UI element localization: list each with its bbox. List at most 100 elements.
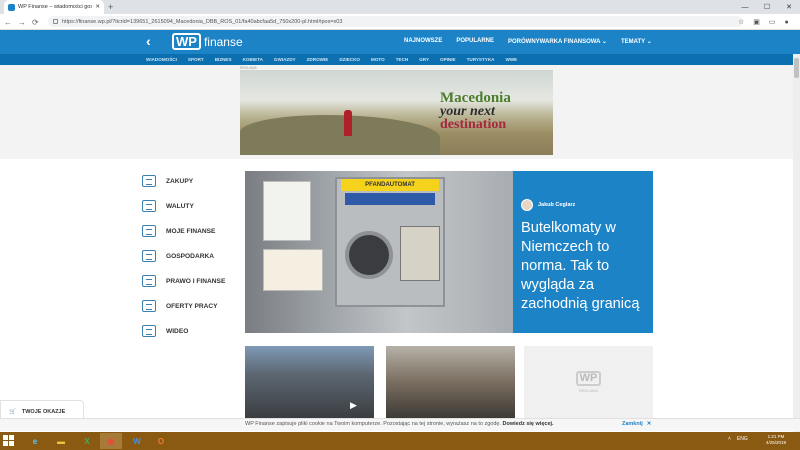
subnav-item[interactable]: ZDROWIE — [307, 57, 329, 62]
site-favicon-icon — [8, 3, 15, 11]
cookie-message: WP Finanse zapisuje pliki cookie na Twoi… — [245, 421, 501, 427]
excel-icon[interactable]: X — [76, 433, 98, 449]
sidebar-item-label: ZAKUPY — [166, 177, 194, 185]
maximize-button[interactable]: ☐ — [756, 0, 778, 14]
ad-placeholder[interactable]: WP REKLAMA — [524, 346, 653, 418]
feature-poster-2 — [263, 249, 323, 291]
cast-icon[interactable]: ▭ — [769, 18, 776, 26]
back-icon[interactable]: ← — [4, 18, 12, 27]
ad-text: Macedonia your next destination — [440, 91, 511, 132]
sidebar-item-prawo[interactable]: PRAWO I FINANSE — [142, 275, 225, 287]
sub-nav: WIADOMOŚCI SPORT BIZNES KOBIETA GWIAZDY … — [146, 54, 517, 65]
nav-najnowsze[interactable]: NAJNOWSZE — [404, 38, 442, 45]
subnav-item[interactable]: BIZNES — [215, 57, 232, 62]
currency-icon — [142, 200, 156, 212]
close-icon: ✕ — [646, 421, 652, 427]
nav-popularne[interactable]: POPULARNE — [456, 38, 494, 45]
subnav-item[interactable]: TECH — [396, 57, 409, 62]
sidebar-item-oferty[interactable]: OFERTY PRACY — [142, 300, 218, 312]
subnav-item[interactable]: SPORT — [188, 57, 204, 62]
feature-poster — [263, 181, 311, 241]
sidebar-item-gospodarka[interactable]: GOSPODARKA — [142, 250, 214, 262]
window-controls: — ☐ ✕ — [734, 0, 800, 14]
feature-machine-panel — [400, 226, 440, 281]
logo-name: finanse — [203, 34, 243, 49]
factory-icon — [142, 250, 156, 262]
top-nav: NAJNOWSZE POPULARNE PORÓWNYWARKA FINANSO… — [404, 38, 652, 45]
forward-icon[interactable]: → — [18, 18, 26, 27]
video-icon — [142, 325, 156, 337]
sidebar-item-moje-finanse[interactable]: MOJE FINANSE — [142, 225, 215, 237]
browser-nav-buttons: ← → ⟳ — [4, 14, 39, 30]
browser-tab-bar — [0, 0, 800, 14]
ad-placeholder-label: REKLAMA — [578, 388, 599, 393]
subnav-item[interactable]: KOBIETA — [243, 57, 263, 62]
cart-icon: 🛒 — [9, 409, 16, 415]
subnav-item[interactable]: GWIAZDY — [274, 57, 296, 62]
sidebar-item-label: PRAWO I FINANSE — [166, 277, 226, 285]
scrollbar-thumb[interactable] — [794, 58, 799, 78]
subnav-item[interactable]: WWE — [506, 57, 518, 62]
nav-tematy[interactable]: TEMATY ⌄ — [621, 38, 652, 45]
account-icon[interactable]: ● — [785, 19, 789, 26]
back-arrow-icon[interactable]: ‹ — [146, 33, 151, 49]
sidebar-item-label: OFERTY PRACY — [166, 302, 218, 310]
subnav-item[interactable]: TURYSTYKA — [467, 57, 495, 62]
sidebar-item-wideo[interactable]: WIDEO — [142, 325, 188, 337]
machine-label: PFANDAUTOMAT — [365, 182, 415, 188]
feature-machine-slot — [345, 231, 393, 279]
sidebar-item-label: WIDEO — [166, 327, 189, 335]
system-tray: ˄ ENG — [728, 436, 748, 442]
ad-line-3: destination — [440, 117, 507, 132]
close-window-button[interactable]: ✕ — [778, 0, 800, 14]
file-explorer-icon[interactable]: ▬ — [50, 433, 72, 449]
browser-toolbar-icons: ☆ ▣ ▭ ● ⋮ — [738, 14, 800, 30]
article-thumb-2[interactable] — [386, 346, 515, 418]
url-field[interactable]: https://finanse.wp.pl/?ticrid=139651_261… — [48, 16, 743, 27]
ad-placeholder-logo: WP — [575, 371, 602, 386]
clock-date: 4/25/2019 — [766, 440, 787, 445]
sidebar-item-label: MOJE FINANSE — [166, 227, 216, 235]
site-header — [0, 30, 800, 54]
feature-machine-plate-2 — [345, 193, 435, 205]
clock[interactable]: 1:21 PM 4/25/2019 — [766, 434, 786, 446]
sidebar-item-label: WALUTY — [166, 202, 194, 210]
ad-hiker-image — [344, 110, 352, 136]
star-icon[interactable]: ☆ — [738, 18, 744, 26]
chrome-icon[interactable]: ◉ — [100, 433, 122, 449]
page-scrollbar[interactable] — [793, 54, 800, 432]
sidebar-item-waluty[interactable]: WALUTY — [142, 200, 194, 212]
subnav-item[interactable]: OPINIE — [440, 57, 456, 62]
avatar — [521, 199, 533, 211]
play-icon[interactable]: ▶ — [350, 400, 364, 412]
tab-title: WP Finanse – wiadomości gosp... — [18, 4, 93, 10]
author-name: Jakub Ceglarz — [538, 202, 576, 208]
feature-headline[interactable]: Butelkomaty w Niemczech to norma. Tak to… — [521, 219, 649, 314]
lang-indicator[interactable]: ENG — [737, 436, 748, 442]
subnav-item[interactable]: MOTO — [371, 57, 385, 62]
windows-start-icon[interactable] — [3, 435, 15, 447]
minimize-button[interactable]: — — [734, 0, 756, 14]
tray-up-icon[interactable]: ˄ — [728, 436, 731, 442]
extension-icon[interactable]: ▣ — [753, 18, 760, 26]
subnav-item[interactable]: GRY — [419, 57, 429, 62]
ad-hill-image — [240, 115, 440, 155]
ie-icon[interactable]: e — [24, 433, 46, 449]
reload-icon[interactable]: ⟳ — [32, 18, 39, 27]
sidebar-item-label: GOSPODARKA — [166, 252, 214, 260]
cookie-text: WP Finanse zapisuje pliki cookie na Twoi… — [245, 421, 554, 427]
outlook-icon[interactable]: O — [150, 433, 172, 449]
nav-porownywarka[interactable]: PORÓWNYWARKA FINANSOWA ⌄ — [508, 38, 607, 45]
browser-tab[interactable]: WP Finanse – wiadomości gosp... ✕ — [4, 0, 104, 14]
wallet-icon — [142, 225, 156, 237]
subnav-item[interactable]: DZIECKO — [339, 57, 360, 62]
cookie-more-link[interactable]: Dowiedz się więcej. — [503, 421, 554, 427]
subnav-item[interactable]: WIADOMOŚCI — [146, 57, 177, 62]
sidebar-item-zakupy[interactable]: ZAKUPY — [142, 175, 193, 187]
word-icon[interactable]: W — [126, 433, 148, 449]
tab-close-icon[interactable]: ✕ — [95, 4, 100, 10]
site-logo[interactable]: WP finanse — [172, 33, 243, 50]
new-tab-button[interactable]: + — [108, 2, 113, 12]
feature-image[interactable]: PFANDAUTOMAT — [245, 171, 513, 333]
cookie-close-button[interactable]: Zamknij ✕ — [622, 421, 651, 427]
